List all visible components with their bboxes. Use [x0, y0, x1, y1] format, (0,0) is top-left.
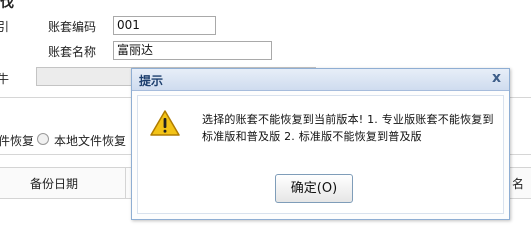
section-title: 伐 [0, 0, 14, 11]
dialog-title: 提示 [139, 74, 164, 88]
column-separator [125, 168, 126, 198]
alert-dialog: 提示 x 选择的账套不能恢复到当前版本! 1. 专业版账套不能恢复到标准版和普及… [131, 68, 510, 220]
local-file-restore-radio[interactable] [37, 133, 49, 145]
grid-header-name[interactable]: 名 [512, 175, 524, 192]
dialog-body: 选择的账套不能恢复到当前版本! 1. 专业版账套不能恢复到标准版和普及版 2. … [137, 95, 504, 214]
account-code-input[interactable]: 001 [113, 16, 216, 35]
warning-icon [150, 110, 180, 136]
dialog-header: 提示 x [132, 69, 509, 91]
dialog-message: 选择的账套不能恢复到当前版本! 1. 专业版账套不能恢复到标准版和普及版 2. … [202, 113, 494, 143]
left-label-stub-2: 牛 [0, 72, 10, 86]
account-name-input[interactable]: 富丽达 [113, 41, 272, 60]
close-icon[interactable]: x [492, 70, 501, 86]
left-label-stub-1: 引 [0, 20, 10, 34]
account-name-label: 账套名称 [48, 45, 97, 59]
restore-option-1-label: 件恢复 [0, 134, 35, 148]
account-code-label: 账套编码 [48, 20, 97, 34]
grid-header-backup-date[interactable]: 备份日期 [30, 175, 78, 192]
restore-option-2-label: 本地文件恢复 [54, 134, 127, 148]
ok-button[interactable]: 确定(O) [275, 174, 353, 203]
